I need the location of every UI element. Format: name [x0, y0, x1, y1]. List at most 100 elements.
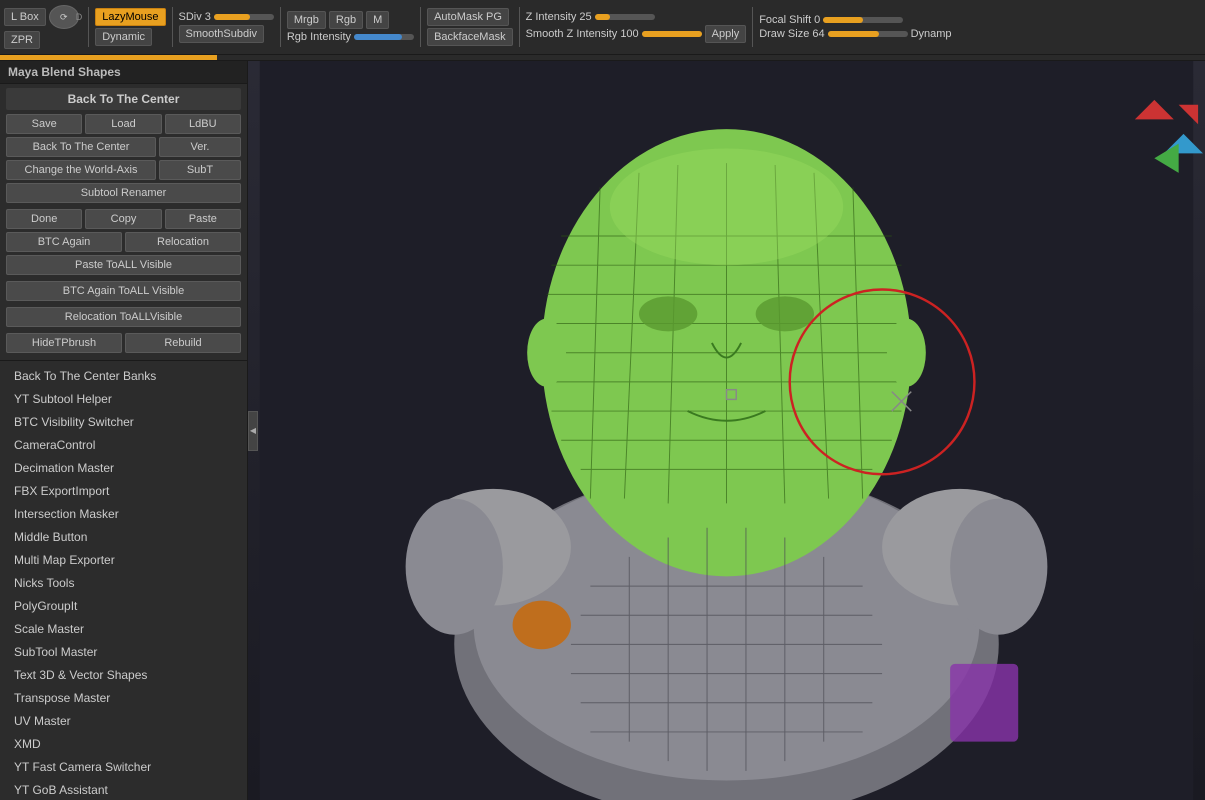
mask-group: AutoMask PG BackfaceMask	[427, 8, 513, 46]
progress-bar-fill	[0, 55, 217, 60]
plugin-item[interactable]: YT Fast Camera Switcher	[6, 756, 241, 778]
paste-all-row: Paste ToALL Visible	[6, 255, 241, 278]
smooth-subdiv-button[interactable]: SmoothSubdiv	[179, 25, 265, 43]
plugin-item[interactable]: YT Subtool Helper	[6, 388, 241, 410]
divider-1	[88, 7, 89, 47]
plugin-item[interactable]: SubTool Master	[6, 641, 241, 663]
divider-4	[420, 7, 421, 47]
smooth-z-value: 100	[620, 28, 638, 40]
rgb-intensity-label: Rgb Intensity	[287, 31, 351, 43]
plugin-item[interactable]: Transpose Master	[6, 687, 241, 709]
plugin-item[interactable]: Multi Map Exporter	[6, 549, 241, 571]
sdiv-label: SDiv	[179, 11, 202, 23]
plugin-item[interactable]: Scale Master	[6, 618, 241, 640]
plugin-list: Back To The Center BanksYT Subtool Helpe…	[0, 361, 247, 800]
left-panel-wrapper: Maya Blend Shapes Back To The Center Sav…	[0, 61, 248, 800]
plugin-item[interactable]: PolyGroupIt	[6, 595, 241, 617]
btc-again-button[interactable]: BTC Again	[6, 232, 122, 252]
draw-size-value: 64	[812, 28, 824, 40]
dynamp-label: Dynamp	[911, 28, 952, 40]
save-button[interactable]: Save	[6, 114, 82, 134]
sdiv-value: 3	[205, 11, 211, 23]
subt-button[interactable]: SubT	[159, 160, 241, 180]
left-panel: Maya Blend Shapes Back To The Center Sav…	[0, 61, 248, 800]
lazy-group: LazyMouse Dynamic	[95, 8, 165, 46]
canvas-area	[248, 61, 1205, 800]
copy-button[interactable]: Copy	[85, 209, 161, 229]
apply-button[interactable]: Apply	[705, 25, 747, 43]
hide-rebuild-row: HideTPbrush Rebuild	[6, 333, 241, 353]
relocation-all-row: Relocation ToALLVisible	[6, 307, 241, 330]
btc-row: Back To The Center Ver.	[6, 137, 241, 157]
done-button[interactable]: Done	[6, 209, 82, 229]
viewport[interactable]	[248, 61, 1205, 800]
smooth-z-slider[interactable]	[642, 31, 702, 37]
btc-again-row: BTC Again Relocation	[6, 232, 241, 252]
change-world-axis-button[interactable]: Change the World-Axis	[6, 160, 156, 180]
plugin-item[interactable]: Text 3D & Vector Shapes	[6, 664, 241, 686]
plugin-item[interactable]: FBX ExportImport	[6, 480, 241, 502]
auto-mask-button[interactable]: AutoMask PG	[427, 8, 509, 26]
back-to-center-button[interactable]: Back To The Center	[6, 137, 156, 157]
lazy-mouse-button[interactable]: LazyMouse	[95, 8, 165, 26]
load-button[interactable]: Load	[85, 114, 161, 134]
panel-header: Maya Blend Shapes	[0, 61, 247, 84]
dynamic-button[interactable]: Dynamic	[95, 28, 152, 46]
btc-all-row: BTC Again ToALL Visible	[6, 281, 241, 304]
collapse-panel-button[interactable]: ◀	[248, 411, 258, 451]
mode-group: L Box ⟳ D ZPR	[4, 5, 82, 49]
divider-2	[172, 7, 173, 47]
subtool-renamer-row: Subtool Renamer	[6, 183, 241, 206]
orbit-button[interactable]: ⟳	[49, 5, 79, 29]
draw-size-slider[interactable]	[828, 31, 908, 37]
zpr-button[interactable]: ZPR	[4, 31, 40, 49]
plugin-item[interactable]: XMD	[6, 733, 241, 755]
main-content: Maya Blend Shapes Back To The Center Sav…	[0, 61, 1205, 800]
plugin-item[interactable]: Nicks Tools	[6, 572, 241, 594]
plugin-item[interactable]: Intersection Masker	[6, 503, 241, 525]
backface-mask-button[interactable]: BackfaceMask	[427, 28, 513, 46]
focal-shift-value: 0	[814, 14, 820, 26]
draw-size-label: Draw Size	[759, 28, 809, 40]
subtool-renamer-button[interactable]: Subtool Renamer	[6, 183, 241, 203]
lbu-button[interactable]: LdBU	[165, 114, 241, 134]
plugin-item[interactable]: Decimation Master	[6, 457, 241, 479]
plugin-item[interactable]: UV Master	[6, 710, 241, 732]
btc-section: Back To The Center Save Load LdBU Back T…	[0, 84, 247, 361]
paste-button[interactable]: Paste	[165, 209, 241, 229]
plugin-item[interactable]: BTC Visibility Switcher	[6, 411, 241, 433]
save-row: Save Load LdBU	[6, 114, 241, 134]
z-intensity-label: Z Intensity	[526, 11, 577, 23]
focal-shift-label: Focal Shift	[759, 14, 811, 26]
divider-3	[280, 7, 281, 47]
divider-5	[519, 7, 520, 47]
viewport-svg	[248, 61, 1205, 800]
ver-button[interactable]: Ver.	[159, 137, 241, 157]
rgb-intensity-slider[interactable]	[354, 34, 414, 40]
rebuild-button[interactable]: Rebuild	[125, 333, 241, 353]
plugin-item[interactable]: Back To The Center Banks	[6, 365, 241, 387]
section-title: Back To The Center	[6, 88, 241, 110]
plugin-item[interactable]: Middle Button	[6, 526, 241, 548]
sdiv-slider[interactable]	[214, 14, 274, 20]
plugin-item[interactable]: CameraControl	[6, 434, 241, 456]
z-intensity-slider[interactable]	[595, 14, 655, 20]
paste-to-all-button[interactable]: Paste ToALL Visible	[6, 255, 241, 275]
hide-tp-brush-button[interactable]: HideTPbrush	[6, 333, 122, 353]
plugin-item[interactable]: YT GoB Assistant	[6, 779, 241, 800]
done-copy-row: Done Copy Paste	[6, 209, 241, 229]
change-axis-row: Change the World-Axis SubT	[6, 160, 241, 180]
l-box-button[interactable]: L Box	[4, 8, 46, 26]
m-button[interactable]: M	[366, 11, 389, 29]
rgb-button[interactable]: Rgb	[329, 11, 363, 29]
focal-group: Focal Shift 0 Draw Size 64 Dynamp	[759, 14, 951, 40]
mrgb-button[interactable]: Mrgb	[287, 11, 326, 29]
z-intensity-group: Z Intensity 25 Smooth Z Intensity 100 Ap…	[526, 11, 747, 43]
relocation-button[interactable]: Relocation	[125, 232, 241, 252]
smooth-z-label: Smooth Z Intensity	[526, 28, 618, 40]
focal-shift-slider[interactable]	[823, 17, 903, 23]
mrgb-group: Mrgb Rgb M Rgb Intensity	[287, 11, 414, 43]
divider-6	[752, 7, 753, 47]
btc-again-to-all-button[interactable]: BTC Again ToALL Visible	[6, 281, 241, 301]
relocation-to-all-button[interactable]: Relocation ToALLVisible	[6, 307, 241, 327]
